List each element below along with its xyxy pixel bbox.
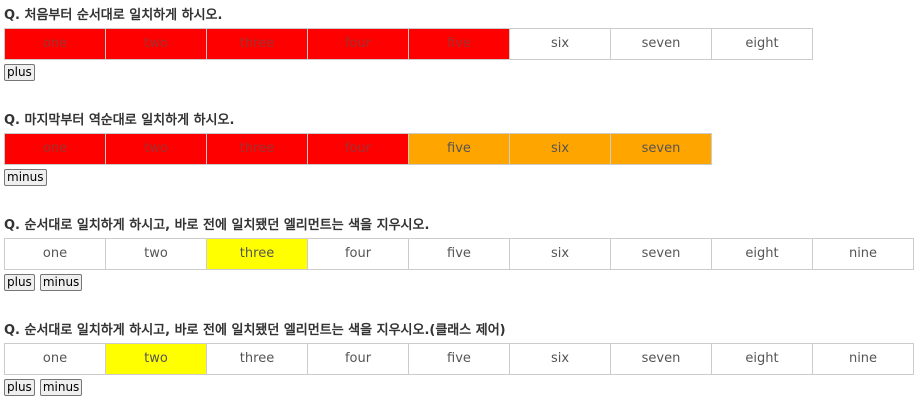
cell-five: five [408, 28, 510, 60]
cell-eight: eight [711, 28, 813, 60]
plus-button[interactable]: plus [4, 274, 35, 291]
cell-nine: nine [812, 238, 914, 270]
cell-eight: eight [711, 238, 813, 270]
cell-seven: seven [610, 133, 712, 165]
cell-five: five [408, 343, 510, 375]
question-2-title: Q. 마지막부터 역순대로 일치하게 하시오. [4, 113, 235, 128]
question-1-title: Q. 처음부터 순서대로 일치하게 하시오. [4, 8, 223, 23]
cell-row-3: one two three four five six seven eight nine [4, 238, 914, 270]
minus-button[interactable]: minus [39, 274, 83, 291]
cell-three: three [206, 238, 308, 270]
minus-button[interactable]: minus [39, 379, 83, 396]
cell-six: six [509, 28, 611, 60]
cell-five: five [408, 238, 510, 270]
cell-row-4: one two three four five six seven eight nine [4, 343, 914, 375]
plus-button[interactable]: plus [4, 64, 35, 81]
button-group-3: plus minus [4, 274, 83, 291]
cell-two: two [105, 238, 207, 270]
question-3-title: Q. 순서대로 일치하게 하시고, 바로 전에 일치됐던 엘리먼트는 색을 지우… [4, 218, 430, 233]
cell-seven: seven [610, 238, 712, 270]
cell-seven: seven [610, 343, 712, 375]
cell-three: three [206, 133, 308, 165]
cell-five: five [408, 133, 510, 165]
cell-row-2: one two three four five six seven [4, 133, 712, 165]
cell-two: two [105, 343, 207, 375]
plus-button[interactable]: plus [4, 379, 35, 396]
cell-eight: eight [711, 343, 813, 375]
minus-button[interactable]: minus [4, 169, 47, 186]
question-4-title: Q. 순서대로 일치하게 하시고, 바로 전에 일치됐던 엘리먼트는 색을 지우… [4, 323, 506, 338]
cell-one: one [4, 133, 106, 165]
button-group-4: plus minus [4, 379, 83, 396]
cell-two: two [105, 133, 207, 165]
cell-one: one [4, 238, 106, 270]
cell-four: four [307, 28, 409, 60]
cell-one: one [4, 343, 106, 375]
cell-six: six [509, 133, 611, 165]
cell-seven: seven [610, 28, 712, 60]
cell-four: four [307, 238, 409, 270]
cell-three: three [206, 28, 308, 60]
cell-row-1: one two three four five six seven eight [4, 28, 813, 60]
button-group-1: plus [4, 64, 35, 81]
cell-two: two [105, 28, 207, 60]
cell-six: six [509, 343, 611, 375]
cell-one: one [4, 28, 106, 60]
cell-nine: nine [812, 343, 914, 375]
cell-three: three [206, 343, 308, 375]
cell-six: six [509, 238, 611, 270]
cell-four: four [307, 133, 409, 165]
button-group-2: minus [4, 169, 47, 186]
cell-four: four [307, 343, 409, 375]
